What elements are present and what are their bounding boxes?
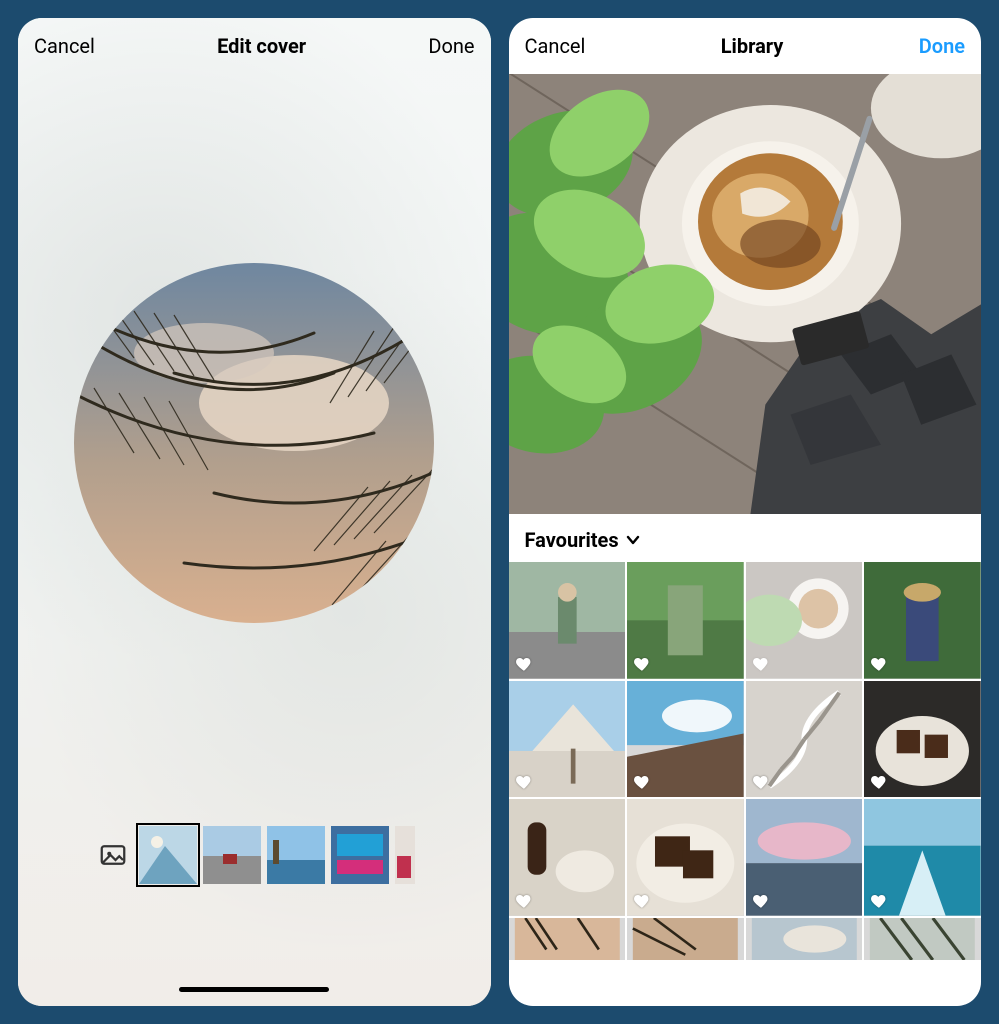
photo-palm-sunset-2[interactable] bbox=[627, 918, 744, 960]
cover-palm-image bbox=[74, 263, 434, 623]
photo-person-hat[interactable] bbox=[864, 562, 981, 679]
cancel-button[interactable]: Cancel bbox=[525, 34, 586, 58]
done-button[interactable]: Done bbox=[428, 34, 474, 58]
heart-icon bbox=[633, 892, 651, 910]
cover-candidate-4[interactable] bbox=[331, 826, 389, 884]
done-button[interactable]: Done bbox=[919, 34, 965, 58]
photo-roof-clouds[interactable] bbox=[627, 681, 744, 798]
photo-palm-sunset-1[interactable] bbox=[509, 918, 626, 960]
photo-dessert-plate[interactable] bbox=[864, 681, 981, 798]
photo-palm-cloud[interactable] bbox=[746, 918, 863, 960]
heart-icon bbox=[752, 655, 770, 673]
photo-person-standing[interactable] bbox=[509, 562, 626, 679]
screen-library: Cancel Library Done bbox=[509, 18, 982, 1006]
photo-coffee-plant[interactable] bbox=[746, 562, 863, 679]
coffee-plant-image bbox=[509, 74, 982, 514]
library-grid bbox=[509, 562, 982, 960]
album-picker[interactable]: Favourites bbox=[509, 514, 982, 562]
photo-greenery-rail[interactable] bbox=[627, 562, 744, 679]
photo-brownie-close[interactable] bbox=[627, 799, 744, 916]
cover-crop-circle[interactable] bbox=[74, 263, 434, 623]
screen-edit-cover: Cancel Edit cover Done bbox=[18, 18, 491, 1006]
photo-parasol-sky[interactable] bbox=[509, 681, 626, 798]
heart-icon bbox=[633, 655, 651, 673]
heart-icon bbox=[515, 773, 533, 791]
heart-icon bbox=[633, 773, 651, 791]
cover-candidate-5[interactable] bbox=[395, 826, 415, 884]
heart-icon bbox=[515, 892, 533, 910]
home-indicator[interactable] bbox=[179, 987, 329, 992]
edit-cover-canvas[interactable] bbox=[18, 18, 491, 1006]
heart-icon bbox=[515, 655, 533, 673]
photo-palm-fronds[interactable] bbox=[864, 918, 981, 960]
photo-boat-wake-sea[interactable] bbox=[864, 799, 981, 916]
photo-table-bottle[interactable] bbox=[509, 799, 626, 916]
heart-icon bbox=[870, 655, 888, 673]
photo-pink-clouds-sea[interactable] bbox=[746, 799, 863, 916]
screen-title: Library bbox=[721, 34, 784, 58]
cover-candidate-1[interactable] bbox=[139, 826, 197, 884]
chevron-down-icon bbox=[625, 532, 641, 548]
open-camera-roll-button[interactable] bbox=[93, 835, 133, 875]
heart-icon bbox=[870, 892, 888, 910]
library-selected-preview[interactable] bbox=[509, 74, 982, 514]
cover-candidate-3[interactable] bbox=[267, 826, 325, 884]
heart-icon bbox=[870, 773, 888, 791]
cover-candidate-2[interactable] bbox=[203, 826, 261, 884]
image-icon bbox=[98, 840, 128, 870]
photo-spiral-stairs[interactable] bbox=[746, 681, 863, 798]
cancel-button[interactable]: Cancel bbox=[34, 34, 95, 58]
heart-icon bbox=[752, 773, 770, 791]
screen-title: Edit cover bbox=[217, 34, 306, 58]
cover-thumbnail-strip bbox=[18, 824, 491, 886]
heart-icon bbox=[752, 892, 770, 910]
album-picker-label: Favourites bbox=[525, 528, 619, 552]
